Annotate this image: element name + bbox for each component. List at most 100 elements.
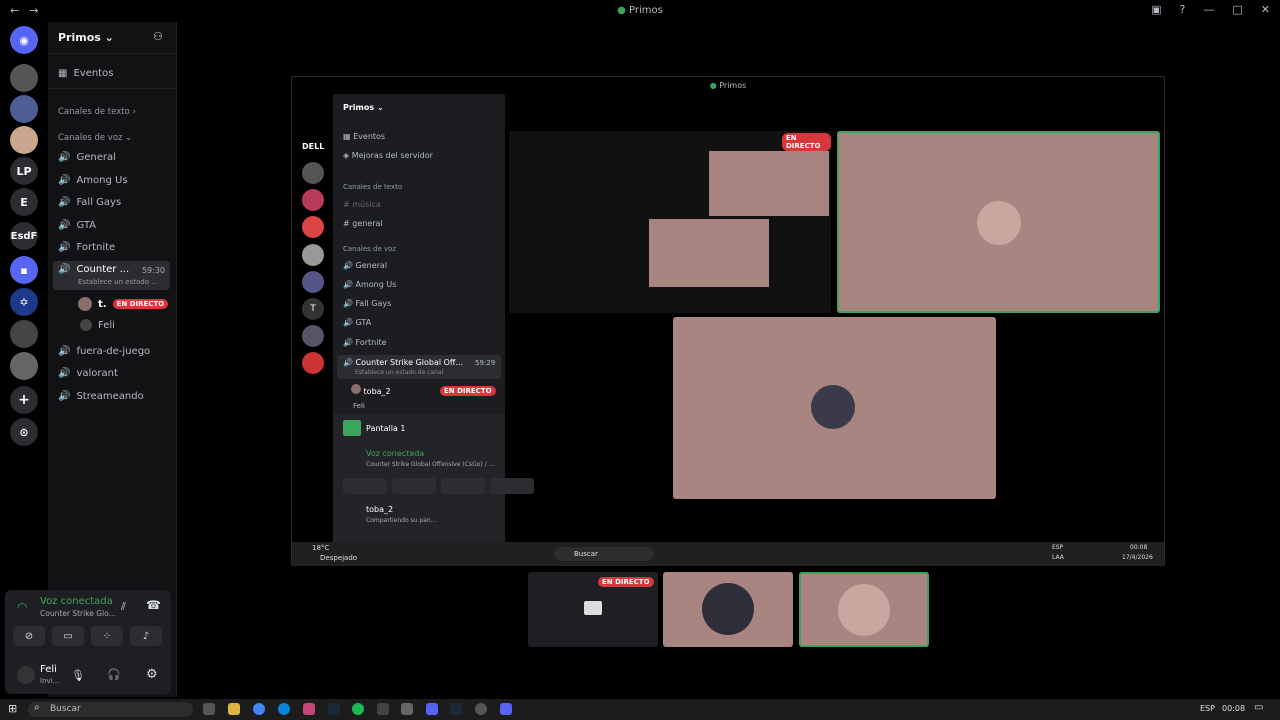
taskbar-search[interactable]: Buscar bbox=[28, 702, 193, 717]
explorer-icon[interactable] bbox=[228, 703, 240, 715]
voice-channel[interactable]: 🔊 Streameando bbox=[58, 391, 144, 402]
text-category[interactable]: Canales de texto › bbox=[58, 107, 136, 117]
activities-button[interactable]: ⁘ bbox=[91, 626, 123, 646]
member-t[interactable]: t. EN DIRECTO bbox=[78, 297, 169, 311]
star-icon[interactable]: ✡ bbox=[10, 288, 38, 316]
mic-icon[interactable]: 🎙 bbox=[71, 669, 85, 682]
invite-icon[interactable]: ⚇ bbox=[153, 30, 163, 43]
inner-time: 00:08 bbox=[1130, 544, 1148, 551]
headphones-icon[interactable]: 🎧 bbox=[107, 668, 121, 681]
active-voice-channel[interactable]: 🔊 Counter ... 59:30 Establece un estado .… bbox=[53, 261, 170, 290]
speaker-icon: 🔊 bbox=[58, 391, 71, 402]
taskbar-lang[interactable]: ESP bbox=[1200, 704, 1215, 713]
avatar bbox=[80, 319, 92, 331]
inner-title: ● Primos bbox=[709, 81, 747, 90]
voice-channel[interactable]: 🔊 GTA bbox=[58, 220, 96, 231]
steam-icon[interactable] bbox=[328, 703, 340, 715]
maximize-icon[interactable]: □ bbox=[1232, 3, 1242, 16]
close-icon[interactable]: ✕ bbox=[1261, 3, 1270, 16]
user-panel: Feli Invi... 🎙 🎧 ⚙ bbox=[5, 660, 171, 692]
inner-video-tile bbox=[673, 317, 996, 499]
inner-voice-channel: 🔊 General bbox=[343, 261, 388, 270]
add-server-icon[interactable]: + bbox=[10, 386, 38, 414]
inner-voice-channel: 🔊 GTA bbox=[343, 318, 372, 327]
inner-voice-channel: 🔊 Fortnite bbox=[343, 338, 387, 347]
inner-voice-sub: Counter Strike Global Offensive (CsGo) /… bbox=[366, 461, 495, 468]
user-status: Invi... bbox=[40, 677, 60, 685]
events-item[interactable]: ▦ Eventos bbox=[58, 68, 113, 79]
voice-status[interactable]: Voz conectada bbox=[40, 596, 113, 607]
server-esdf[interactable]: EsdF bbox=[10, 222, 38, 250]
server-avatar[interactable] bbox=[10, 64, 38, 92]
app-icon[interactable] bbox=[377, 703, 389, 715]
voice-channel[interactable]: 🔊 General bbox=[58, 152, 116, 163]
camera-off-button[interactable]: ⊘ bbox=[13, 626, 45, 646]
channel-status[interactable]: Establece un estado ... bbox=[78, 278, 158, 286]
inner-text-channel: # música bbox=[343, 200, 381, 209]
server-lp[interactable]: LP bbox=[10, 157, 38, 185]
disconnect-icon[interactable]: ☎ bbox=[146, 598, 161, 612]
voice-channel[interactable]: 🔊 valorant bbox=[58, 368, 118, 379]
server-avatar[interactable] bbox=[10, 95, 38, 123]
avatar[interactable] bbox=[17, 666, 35, 684]
inner-weather-desc: Despejado bbox=[320, 554, 358, 562]
server-name[interactable]: Primos ⌄ bbox=[58, 31, 114, 44]
discord-home-icon[interactable]: ◉ bbox=[10, 26, 38, 54]
inner-panel: Pantalla 1 Voz conectada Counter Strike … bbox=[333, 414, 534, 542]
share-screen-button[interactable]: ▭ bbox=[52, 626, 84, 646]
speaker-icon: 🔊 bbox=[58, 242, 71, 253]
inner-text-category: Canales de texto bbox=[343, 183, 403, 191]
username[interactable]: Feli bbox=[40, 664, 57, 675]
inbox-icon[interactable]: ▣ bbox=[1151, 3, 1161, 16]
participant-tile[interactable] bbox=[663, 572, 793, 647]
shared-screen[interactable]: ● Primos DELL T Primos ⌄ ▦ Eventos ◈ Mej… bbox=[291, 76, 1165, 566]
notification-icon[interactable]: ▭ bbox=[1254, 702, 1263, 713]
voice-channel[interactable]: 🔊 fuera-de-juego bbox=[58, 346, 150, 357]
discord-icon[interactable] bbox=[426, 703, 438, 715]
voice-channel-name[interactable]: Counter Strike Glo... bbox=[40, 609, 116, 618]
chrome-icon[interactable] bbox=[253, 703, 265, 715]
speaker-icon: 🔊 bbox=[58, 264, 71, 275]
server-avatar[interactable] bbox=[10, 320, 38, 348]
participant-tile[interactable] bbox=[799, 572, 929, 647]
inner-taskbar: 18°C Despejado Buscar ESP LAA 00:08 17/4… bbox=[292, 542, 1164, 566]
spotify-icon[interactable] bbox=[352, 703, 364, 715]
steam-icon[interactable] bbox=[450, 703, 462, 715]
voice-channel[interactable]: 🔊 Fortnite bbox=[58, 242, 115, 253]
minimize-icon[interactable]: — bbox=[1203, 3, 1214, 16]
voice-category[interactable]: Canales de voz ⌄ bbox=[58, 133, 132, 143]
taskview-icon[interactable] bbox=[203, 703, 215, 715]
avatar bbox=[811, 385, 855, 429]
screen-icon bbox=[343, 420, 361, 436]
settings-icon[interactable]: ⚙ bbox=[146, 667, 158, 682]
inner-voice-category: Canales de voz bbox=[343, 245, 397, 253]
voice-channel[interactable]: 🔊 Fall Gays bbox=[58, 197, 121, 208]
help-icon[interactable]: ? bbox=[1180, 3, 1186, 16]
app-icon[interactable] bbox=[475, 703, 487, 715]
inner-button bbox=[490, 478, 534, 494]
signal-icon: ◠ bbox=[17, 600, 28, 614]
stream-thumbnail[interactable]: EN DIRECTO bbox=[528, 572, 658, 647]
taskbar: ⊞ Buscar ⌕ ESP 00:08 ▭ bbox=[0, 699, 1280, 720]
folder-icon[interactable]: ▪ bbox=[10, 256, 38, 284]
start-icon[interactable]: ⊞ bbox=[8, 702, 17, 715]
app-icon[interactable] bbox=[303, 703, 315, 715]
voice-channel[interactable]: 🔊 Among Us bbox=[58, 175, 128, 186]
discord-icon[interactable] bbox=[500, 703, 512, 715]
inner-user-status: Compartiendo su pan... bbox=[366, 517, 437, 524]
app-icon[interactable] bbox=[401, 703, 413, 715]
discover-icon[interactable]: ⊙ bbox=[10, 418, 38, 446]
server-avatar[interactable] bbox=[10, 126, 38, 154]
inner-search: Buscar bbox=[554, 547, 654, 561]
noise-suppression-icon[interactable]: ⫽ bbox=[121, 600, 126, 614]
calendar-icon: ▦ bbox=[343, 132, 351, 141]
server-avatar bbox=[302, 162, 324, 184]
search-icon: ⌕ bbox=[34, 702, 40, 713]
edge-icon[interactable] bbox=[278, 703, 290, 715]
server-e[interactable]: E bbox=[10, 188, 38, 216]
soundboard-button[interactable]: ♪ bbox=[130, 626, 162, 646]
member-feli[interactable]: Feli bbox=[80, 319, 115, 331]
server-avatar[interactable] bbox=[10, 352, 38, 380]
inner-date: 17/4/2026 bbox=[1122, 554, 1153, 561]
taskbar-time[interactable]: 00:08 bbox=[1222, 704, 1245, 713]
